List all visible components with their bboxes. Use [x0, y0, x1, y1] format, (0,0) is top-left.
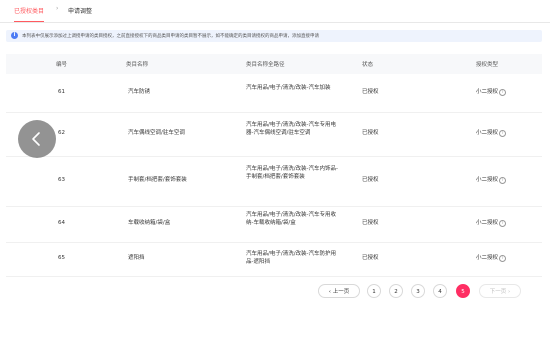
row-id: 61 — [58, 89, 65, 95]
help-icon[interactable]: ? — [499, 89, 507, 97]
row-category-name: 车载收纳箱/袋/盒 — [128, 220, 171, 226]
auth-type-label: 小二授权 — [476, 130, 499, 136]
page-button-2[interactable]: 2 — [389, 284, 403, 298]
row-auth-type[interactable]: 小二授权 ? — [476, 89, 507, 97]
row-status: 已授权 — [362, 220, 379, 226]
row-status: 已授权 — [362, 177, 379, 183]
table-row: 62 汽车偶线空调/驻车空调 汽车用品/电子/清洗/改装-汽车专用电器-汽车偶线… — [6, 112, 542, 157]
row-id: 63 — [58, 177, 65, 183]
help-icon[interactable]: ? — [499, 220, 507, 228]
table-row: 61 汽车防锈 汽车用品/电子/清洗/改装-汽车加装 已授权 小二授权 ? — [6, 74, 542, 113]
table-row: 64 车载收纳箱/袋/盒 汽车用品/电子/清洗/改装-汽车专用收纳-车载收纳箱/… — [6, 206, 542, 243]
help-icon[interactable]: ? — [499, 255, 507, 263]
col-header-auth-type: 授权类型 — [476, 62, 499, 68]
row-status: 已授权 — [362, 255, 379, 261]
row-category-path: 汽车用品/电子/清洗/改装-汽车专用电器-汽车偶线空调/驻车空调 — [246, 122, 337, 136]
row-category-name: 汽车防锈 — [128, 89, 151, 95]
row-id: 65 — [58, 255, 65, 261]
tab-authorized-categories[interactable]: 已授权类目 — [14, 6, 45, 22]
col-header-category-path: 类目名称全路径 — [246, 62, 285, 68]
page-button-5-current[interactable]: 5 — [456, 284, 470, 298]
row-category-path: 汽车用品/电子/清洗/改装-汽车防护用品-遮阳挡 — [246, 251, 337, 265]
notice-banner: i 本列表中仅展示添加过上调授申请的类目授权，之前直接授权下的商品类目申请的类目… — [6, 30, 542, 42]
notice-text: 本列表中仅展示添加过上调授申请的类目授权，之前直接授权下的商品类目申请的类目暂不… — [22, 34, 319, 39]
auth-type-label: 小二授权 — [476, 177, 499, 183]
prev-page-button[interactable]: ‹ 上一页 — [318, 284, 360, 298]
page-button-4[interactable]: 4 — [433, 284, 447, 298]
page-button-1[interactable]: 1 — [367, 284, 381, 298]
row-auth-type[interactable]: 小二授权 ? — [476, 255, 507, 263]
row-category-path: 汽车用品/电子/清洗/改装-汽车专用收纳-车载收纳箱/袋/盒 — [246, 212, 337, 226]
row-status: 已授权 — [362, 89, 379, 95]
help-icon[interactable]: ? — [499, 130, 507, 138]
row-category-name: 手制套/档把套/套饰套装 — [128, 177, 187, 183]
table-row: 65 遮阳挡 汽车用品/电子/清洗/改装-汽车防护用品-遮阳挡 已授权 小二授权… — [6, 242, 542, 277]
page-button-3[interactable]: 3 — [411, 284, 425, 298]
col-header-id: 编号 — [56, 62, 68, 68]
auth-type-label: 小二授权 — [476, 220, 499, 226]
row-auth-type[interactable]: 小二授权 ? — [476, 220, 507, 228]
col-header-status: 状态 — [362, 62, 374, 68]
row-category-path: 汽车用品/电子/清洗/改装-汽车加装 — [246, 85, 331, 91]
tab-separator: › — [56, 5, 59, 12]
chevron-left-icon — [32, 132, 40, 146]
row-id: 62 — [58, 130, 65, 136]
info-icon: i — [11, 32, 18, 39]
help-icon[interactable]: ? — [499, 177, 507, 185]
row-id: 64 — [58, 220, 65, 226]
auth-type-label: 小二授权 — [476, 255, 499, 261]
col-header-category-name: 类目名称 — [126, 62, 149, 68]
auth-type-label: 小二授权 — [476, 89, 499, 95]
tab-bar: 已授权类目 › 申请调整 — [0, 0, 550, 23]
tab-apply-adjustment[interactable]: 申请调整 — [68, 6, 92, 15]
table-row: 63 手制套/档把套/套饰套装 汽车用品/电子/清洗/改装-汽车内饰品-手制套/… — [6, 156, 542, 207]
row-auth-type[interactable]: 小二授权 ? — [476, 177, 507, 185]
table-header: 编号 类目名称 类目名称全路径 状态 授权类型 — [6, 54, 542, 74]
row-category-name: 汽车偶线空调/驻车空调 — [128, 130, 185, 136]
row-category-path: 汽车用品/电子/清洗/改装-汽车内饰品-手制套/档把套/套饰套装 — [246, 166, 339, 180]
row-status: 已授权 — [362, 130, 379, 136]
next-page-button[interactable]: 下一页 › — [479, 284, 521, 298]
back-button[interactable] — [18, 120, 56, 158]
row-category-name: 遮阳挡 — [128, 255, 145, 261]
row-auth-type[interactable]: 小二授权 ? — [476, 130, 507, 138]
